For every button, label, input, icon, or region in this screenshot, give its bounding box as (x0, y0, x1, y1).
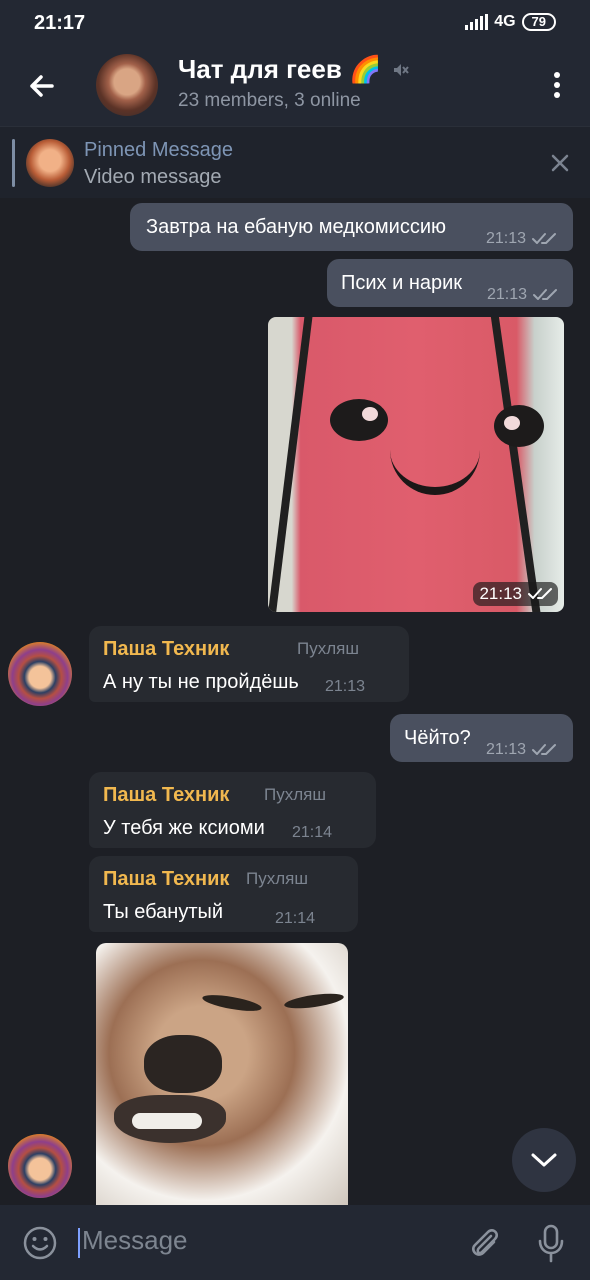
emoji-icon (23, 1226, 57, 1260)
message-text: У тебя же ксиоми (103, 817, 265, 839)
message-time: 21:13 (325, 678, 366, 695)
more-options-button[interactable] (552, 68, 562, 104)
message-text: Ты ебанутый (103, 901, 224, 923)
sender-name[interactable]: Паша Техник (103, 784, 229, 807)
back-button[interactable] (22, 66, 62, 106)
pinned-message-bar[interactable]: Pinned Message Video message (0, 126, 590, 200)
back-arrow-icon (30, 75, 54, 97)
status-time: 21:17 (34, 12, 86, 34)
double-check-icon (533, 289, 558, 300)
attach-button[interactable] (468, 1224, 502, 1262)
message-outgoing[interactable]: Завтра на ебаную медкомиссию 21:13 (130, 203, 573, 251)
chat-subtitle: 23 members, 3 online (178, 90, 361, 111)
message-time: 21:13 (487, 286, 528, 303)
muted-icon (394, 63, 410, 76)
message-incoming[interactable]: Паша Техник Пухляш У тебя же ксиоми 21:1… (89, 772, 376, 848)
emoji-button[interactable] (22, 1225, 58, 1261)
sender-avatar[interactable] (8, 642, 72, 706)
double-check-icon (532, 233, 557, 244)
sender-avatar[interactable] (8, 1134, 72, 1198)
chat-messages[interactable]: Завтра на ебаную медкомиссию 21:13 Псих … (0, 198, 590, 1205)
double-check-icon (532, 744, 557, 755)
message-incoming[interactable]: Паша Техник Пухляш А ну ты не пройдёшь 2… (89, 626, 409, 702)
outgoing-image[interactable]: 21:13 (268, 317, 564, 612)
message-time: 21:13 (486, 230, 527, 247)
microphone-icon (538, 1224, 564, 1263)
message-meta: 21:13 (487, 286, 558, 304)
chevron-down-icon (531, 1153, 557, 1167)
message-incoming[interactable]: Паша Техник Пухляш Ты ебанутый 21:14 (89, 856, 358, 932)
message-meta: 21:13 (486, 741, 557, 759)
status-bar: 21:17 4G 79 (0, 0, 590, 44)
pinned-indicator (12, 139, 15, 187)
pinned-video-thumbnail (26, 139, 74, 187)
message-meta: 21:14 (292, 824, 332, 842)
message-text: Чёйто? (404, 727, 471, 749)
status-icons: 4G 79 (465, 13, 556, 31)
paperclip-icon (472, 1229, 498, 1256)
message-time: 21:13 (479, 584, 522, 603)
sender-rank: Пухляш (264, 785, 326, 804)
image-meta: 21:13 (473, 582, 558, 606)
double-check-icon (528, 588, 552, 599)
message-meta: 21:14 (275, 910, 315, 928)
chat-avatar[interactable] (96, 54, 158, 116)
message-meta: 21:13 (486, 230, 557, 248)
chat-title-wrap[interactable]: Чат для геев 🌈 (178, 54, 410, 85)
battery-icon: 79 (521, 13, 556, 31)
message-composer: Message (0, 1205, 590, 1280)
voice-record-button[interactable] (536, 1223, 566, 1263)
message-time: 21:14 (292, 824, 333, 841)
message-text: А ну ты не пройдёшь (103, 671, 299, 693)
sender-name[interactable]: Паша Техник (103, 638, 229, 661)
message-time: 21:14 (275, 910, 316, 927)
message-text: Псих и нарик (341, 272, 463, 294)
scroll-down-button[interactable] (512, 1128, 576, 1192)
message-time: 21:13 (486, 741, 527, 758)
incoming-sticker[interactable] (96, 943, 348, 1205)
sender-rank: Пухляш (246, 869, 308, 888)
message-input[interactable]: Message (82, 1225, 188, 1256)
chat-header: Чат для геев 🌈 23 members, 3 online (0, 44, 590, 126)
message-meta: 21:13 (325, 678, 365, 696)
sender-rank: Пухляш (297, 639, 359, 658)
sender-name[interactable]: Паша Техник (103, 868, 229, 891)
pinned-title: Pinned Message (84, 139, 233, 161)
chat-title: Чат для геев 🌈 (178, 54, 382, 84)
pinned-subtitle: Video message (84, 166, 222, 188)
network-label: 4G (494, 13, 516, 30)
signal-icon (465, 14, 489, 30)
close-icon (551, 154, 569, 172)
message-outgoing[interactable]: Псих и нарик 21:13 (327, 259, 573, 307)
message-text: Завтра на ебаную медкомиссию (146, 216, 446, 238)
text-caret (78, 1228, 80, 1258)
close-pinned-button[interactable] (550, 153, 570, 173)
message-outgoing[interactable]: Чёйто? 21:13 (390, 714, 573, 762)
